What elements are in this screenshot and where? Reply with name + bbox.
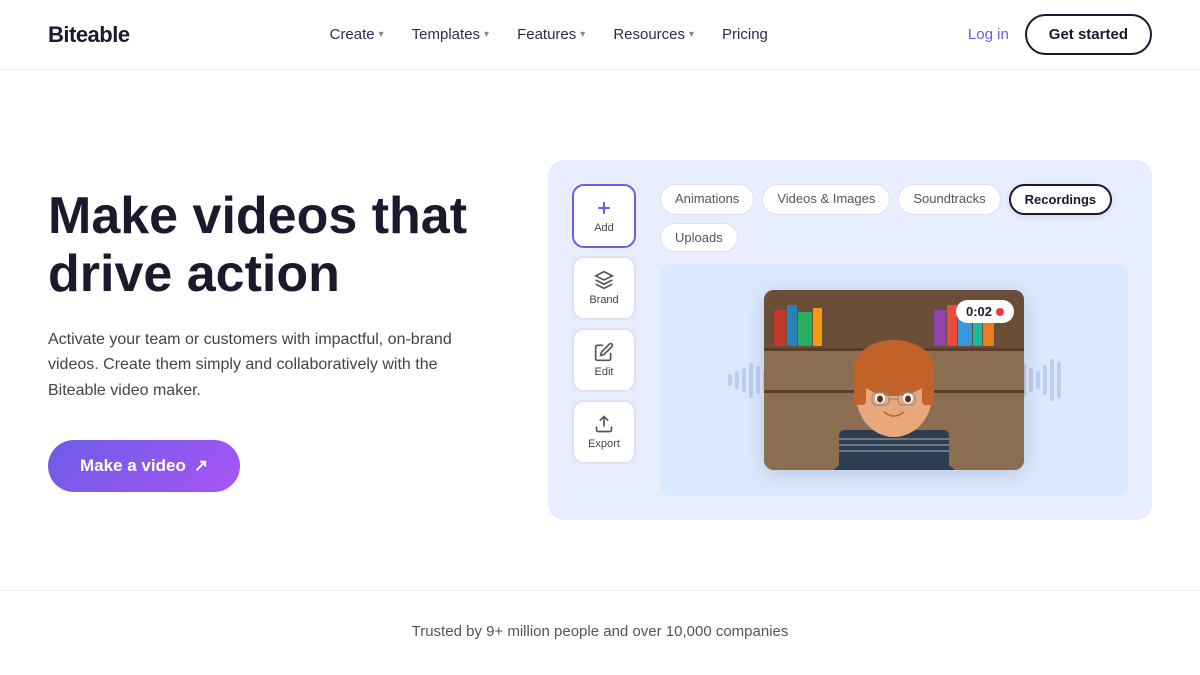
trust-bar: Trusted by 9+ million people and over 10… [0,590,1200,672]
nav-create[interactable]: Create ▾ [330,26,384,43]
brand-icon [594,270,614,290]
edit-icon [594,342,614,362]
tab-videos-images[interactable]: Videos & Images [762,184,890,215]
nav-resources[interactable]: Resources ▾ [613,26,694,43]
tab-uploads[interactable]: Uploads [660,223,738,252]
nav-links: Create ▾ Templates ▾ Features ▾ Resource… [330,26,768,43]
chevron-down-icon: ▾ [689,29,694,40]
mockup-sidebar: Add Brand Edit [572,184,644,496]
video-frame: 0:02 [764,290,1024,470]
trust-text: Trusted by 9+ million people and over 10… [412,623,789,640]
nav-features[interactable]: Features ▾ [517,26,585,43]
recording-area: 0:02 [660,264,1128,496]
hero-mockup: Add Brand Edit [548,160,1152,520]
plus-icon [594,198,614,218]
tab-soundtracks[interactable]: Soundtracks [898,184,1000,215]
sidebar-add-button[interactable]: Add [572,184,636,248]
navbar: Biteable Create ▾ Templates ▾ Features ▾… [0,0,1200,70]
hero-title: Make videos that drive action [48,188,488,302]
mockup-tabs: Animations Videos & Images Soundtracks R… [660,184,1128,252]
nav-pricing[interactable]: Pricing [722,26,768,43]
nav-templates[interactable]: Templates ▾ [412,26,489,43]
arrow-icon: ↗ [194,456,208,476]
recording-dot [996,308,1004,316]
login-button[interactable]: Log in [968,26,1009,43]
chevron-down-icon: ▾ [484,29,489,40]
nav-actions: Log in Get started [968,14,1152,55]
tab-animations[interactable]: Animations [660,184,754,215]
hero-description: Activate your team or customers with imp… [48,327,488,404]
logo[interactable]: Biteable [48,22,130,48]
sidebar-export-button[interactable]: Export [572,400,636,464]
make-video-button[interactable]: Make a video ↗ [48,440,240,492]
get-started-button[interactable]: Get started [1025,14,1152,55]
sidebar-edit-button[interactable]: Edit [572,328,636,392]
export-icon [594,414,614,434]
sidebar-brand-button[interactable]: Brand [572,256,636,320]
tab-recordings[interactable]: Recordings [1009,184,1113,215]
chevron-down-icon: ▾ [580,29,585,40]
chevron-down-icon: ▾ [379,29,384,40]
mockup-main: Animations Videos & Images Soundtracks R… [660,184,1128,496]
hero-section: Make videos that drive action Activate y… [0,70,1200,590]
hero-left: Make videos that drive action Activate y… [48,188,488,491]
video-timer: 0:02 [956,300,1014,323]
